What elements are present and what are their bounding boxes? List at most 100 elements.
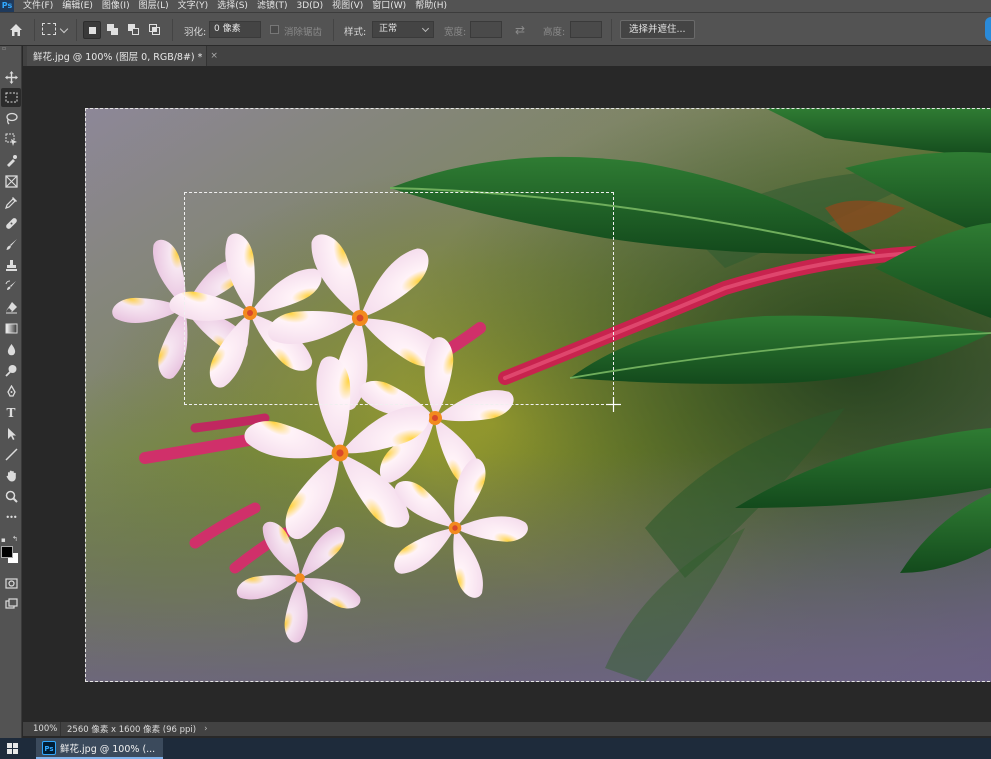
windows-start-icon[interactable] [7,743,18,754]
document-info: 2560 像素 x 1600 像素 (96 ppi) [67,725,197,735]
path-select-tool[interactable] [1,424,21,443]
screen-mode-icon [4,598,18,609]
style-select[interactable]: 正常 [372,21,434,38]
healing-icon [5,218,17,229]
quick-mask-tool[interactable] [1,574,21,593]
hand-tool[interactable] [1,466,21,485]
menu-filter[interactable]: 滤镜(T) [257,0,288,12]
swap-dimensions-icon[interactable]: ⇄ [515,23,525,37]
canvas-area[interactable] [23,66,991,722]
select-and-mask-button[interactable]: 选择并遮住... [620,20,695,39]
frame-tool[interactable] [1,172,21,191]
blur-icon [7,344,15,356]
type-icon[interactable]: T [1,403,21,422]
line-icon [4,448,18,461]
move-icon [4,71,18,84]
menu-3d[interactable]: 3D(D) [296,0,323,12]
more-icon[interactable]: ••• [1,508,21,527]
color-swatches: ▪ ↰ [1,535,21,570]
divider [172,19,173,41]
path-select-icon [7,428,16,440]
healing-tool[interactable] [1,214,21,233]
gradient-tool[interactable] [1,319,21,338]
subtract-from-selection-button[interactable] [125,21,143,39]
swap-colors-icon[interactable]: ↰ [12,535,18,543]
dodge-tool[interactable] [1,361,21,380]
tools-panel: ▫ T ••• ▪ ↰ [0,46,22,738]
rect-marquee-preset-icon[interactable] [42,23,56,35]
menu-layer[interactable]: 图层(L) [139,0,169,12]
hand-icon [6,470,16,482]
share-icon[interactable] [985,17,991,41]
rect-marquee-tool[interactable] [1,88,21,107]
blur-tool[interactable] [1,340,21,359]
panel-grip-icon[interactable]: ▫ [2,46,6,52]
foreground-color-swatch[interactable] [1,546,13,558]
eraser-tool[interactable] [1,298,21,317]
default-colors-icon[interactable]: ▪ [1,536,6,544]
menu-help[interactable]: 帮助(H) [415,0,447,12]
brush-icon [6,239,17,250]
feather-label: 羽化: [184,27,207,38]
options-bar: 羽化: 0 像素 消除锯齿 样式: 正常 宽度: ⇄ 高度: 选择并遮住... [0,12,991,46]
eyedropper-tool[interactable] [1,193,21,212]
gradient-icon [5,323,17,334]
height-label: 高度: [543,27,566,38]
menu-edit[interactable]: 编辑(E) [62,0,93,12]
quick-select-icon [6,155,17,167]
photoshop-logo: Ps [0,0,14,12]
menu-image[interactable]: 图像(I) [102,0,130,12]
brush-tool[interactable] [1,235,21,254]
lasso-icon [5,112,18,125]
photoshop-app-icon: Ps [42,740,56,755]
width-label: 宽度: [444,27,467,38]
height-input[interactable] [570,21,602,38]
brush-select-tool[interactable] [1,151,21,170]
chevron-down-icon [421,24,430,33]
zoom-level[interactable]: 100% [23,722,61,736]
close-icon[interactable]: × [210,51,218,61]
flower-photo[interactable] [85,108,991,682]
taskbar-photoshop-item[interactable]: Ps 鲜花.jpg @ 100% (... [36,738,163,759]
style-label: 样式: [344,27,367,38]
pen-icon [6,385,16,397]
pen-tool[interactable] [1,382,21,401]
menu-file[interactable]: 文件(F) [23,0,53,12]
crosshair-cursor-icon [606,397,621,412]
document-tabs: 鲜花.jpg @ 100% (图层 0, RGB/8#) * × [23,46,991,66]
lasso-tool[interactable] [1,109,21,128]
windows-taskbar: Ps 鲜花.jpg @ 100% (... [0,738,991,759]
menu-window[interactable]: 窗口(W) [372,0,406,12]
document-tab[interactable]: 鲜花.jpg @ 100% (图层 0, RGB/8#) * × [27,46,218,66]
antialias-label: 消除锯齿 [284,27,323,38]
antialias-checkbox[interactable] [270,25,279,34]
history-brush-icon [5,280,16,290]
intersect-selection-button[interactable] [146,21,164,39]
taskbar-item-label: 鲜花.jpg @ 100% (... [60,743,156,755]
home-icon[interactable] [8,22,24,38]
menu-select[interactable]: 选择(S) [217,0,248,12]
frame-icon [4,175,18,188]
add-to-selection-button[interactable] [104,21,122,39]
menu-view[interactable]: 视图(V) [332,0,363,12]
line-tool[interactable] [1,445,21,464]
quick-mask-icon [4,578,18,589]
feather-input[interactable]: 0 像素 [209,21,261,38]
stamp-tool[interactable] [1,256,21,275]
menu-bar: Ps 文件(F) 编辑(E) 图像(I) 图层(L) 文字(Y) 选择(S) 滤… [0,0,991,12]
eraser-icon [5,302,17,314]
eyedropper-icon [4,197,17,209]
screen-mode-tool[interactable] [1,595,21,614]
move-tool[interactable] [1,68,21,87]
zoom-tool[interactable] [1,487,21,506]
chevron-down-icon[interactable] [59,24,69,34]
menu-type[interactable]: 文字(Y) [178,0,209,12]
history-brush-tool[interactable] [1,277,21,296]
divider [34,19,35,41]
object-select-tool[interactable] [1,130,21,149]
zoom-icon [5,490,18,503]
width-input[interactable] [470,21,502,38]
divider [76,19,77,41]
new-selection-button[interactable] [83,21,101,39]
chevron-right-icon[interactable]: › [204,724,207,734]
